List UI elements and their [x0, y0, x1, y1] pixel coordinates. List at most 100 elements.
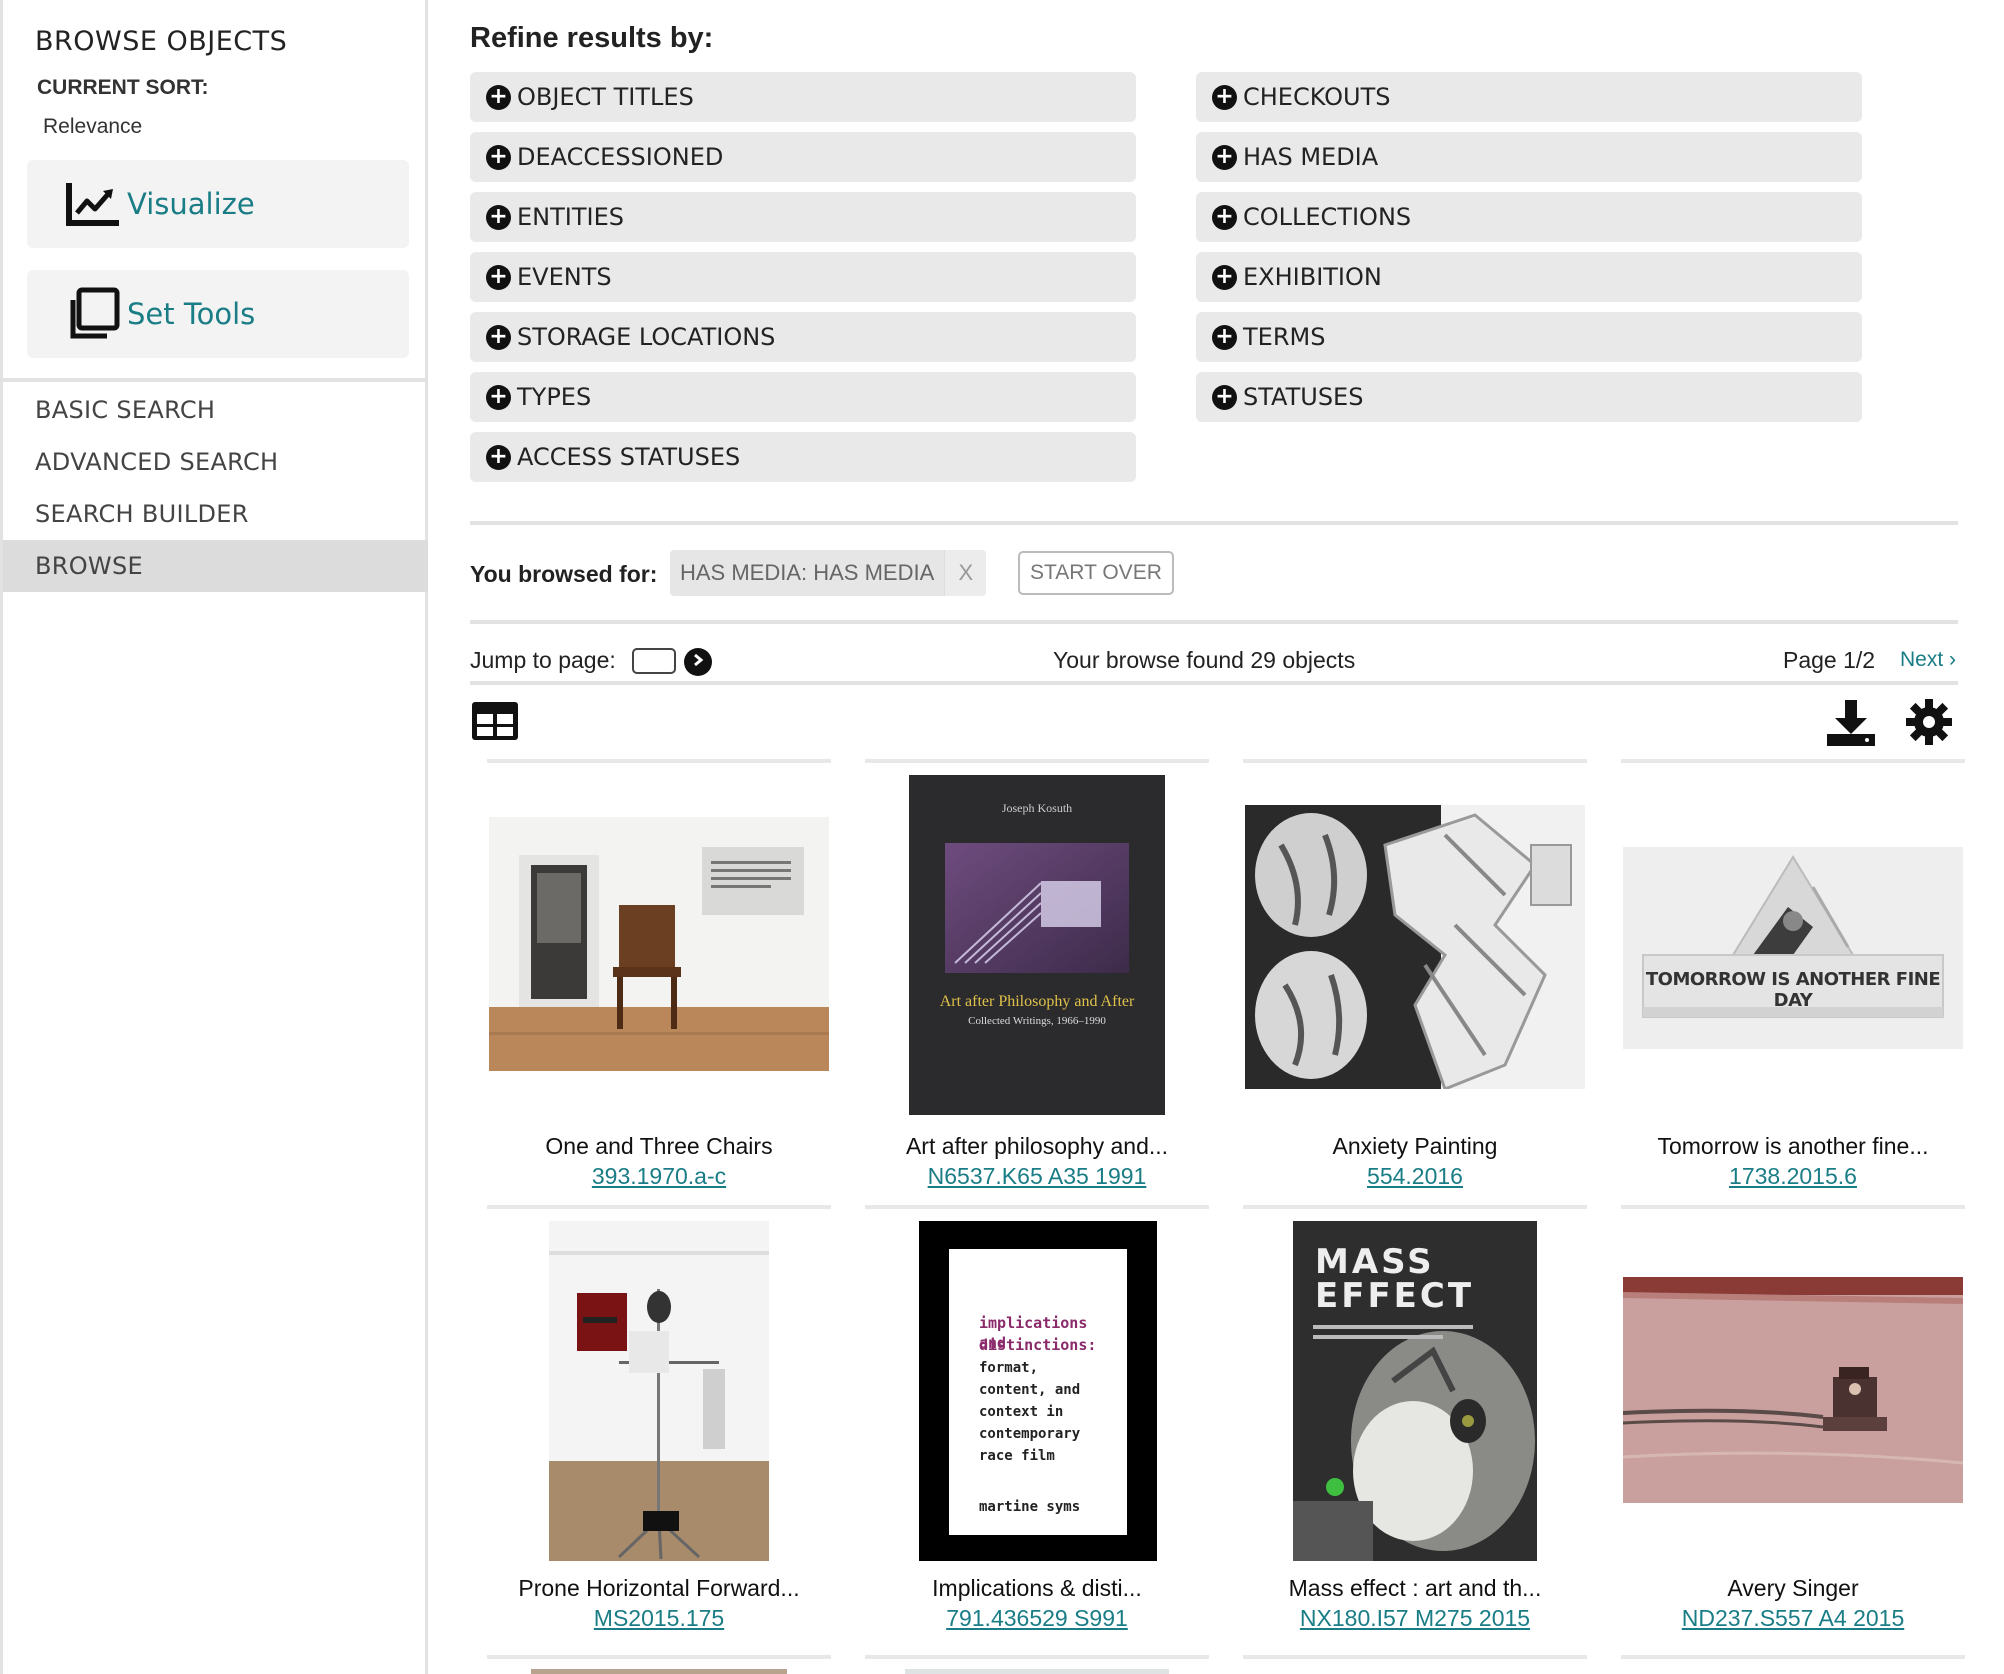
plus-circle-icon: + — [486, 384, 511, 410]
visualize-button[interactable]: Visualize — [27, 160, 409, 248]
result-id-link[interactable]: MS2015.175 — [487, 1605, 831, 1632]
jump-go-button[interactable] — [684, 648, 712, 676]
result-thumbnail[interactable] — [531, 1669, 787, 1674]
result-card: Prone Horizontal Forward... MS2015.175 — [487, 1205, 831, 1655]
set-tools-label: Set Tools — [127, 297, 256, 331]
start-over-button[interactable]: START OVER — [1018, 551, 1174, 595]
remove-filter-button[interactable]: X — [944, 550, 987, 596]
plus-circle-icon: + — [486, 264, 511, 290]
cover-author: martine syms — [979, 1499, 1081, 1515]
jump-to-page-label: Jump to page: — [470, 647, 616, 673]
facet-label: EXHIBITION — [1243, 263, 1382, 291]
facet-collections[interactable]: + COLLECTIONS — [1196, 192, 1862, 242]
result-card: One and Three Chairs 393.1970.a-c — [487, 759, 831, 1205]
sidebar-divider — [3, 378, 428, 382]
result-title: Prone Horizontal Forward... — [518, 1575, 800, 1601]
grid-view-icon[interactable] — [470, 700, 520, 747]
sidebar: BROWSE OBJECTS CURRENT SORT: Relevance V… — [0, 0, 428, 1674]
divider — [470, 681, 1958, 685]
cover-title: Art after Philosophy and After — [939, 993, 1135, 1010]
facet-label: TERMS — [1243, 323, 1326, 351]
facet-exhibition[interactable]: + EXHIBITION — [1196, 252, 1862, 302]
set-tools-button[interactable]: Set Tools — [27, 270, 409, 358]
result-thumbnail[interactable]: implications and distinctions: format, c… — [919, 1221, 1157, 1561]
current-sort-label: CURRENT SORT: — [37, 76, 209, 99]
nav-basic-search[interactable]: BASIC SEARCH — [3, 384, 428, 436]
divider — [470, 620, 1958, 624]
jump-to-page-input[interactable] — [632, 648, 676, 674]
facet-label: STORAGE LOCATIONS — [517, 323, 776, 351]
result-card: implications and distinctions: format, c… — [865, 1205, 1209, 1655]
page-indicator: Page 1/2 — [1783, 647, 1876, 673]
result-thumbnail[interactable] — [1245, 805, 1585, 1089]
gear-icon[interactable] — [1904, 697, 1954, 752]
facet-statuses[interactable]: + STATUSES — [1196, 372, 1862, 422]
nav-search-builder[interactable]: SEARCH BUILDER — [3, 488, 428, 540]
chart-line-icon — [65, 181, 121, 227]
headline-text: TOMORROW IS ANOTHER FINE DAY — [1645, 969, 1941, 1011]
plus-circle-icon: + — [486, 204, 511, 230]
result-thumbnail[interactable]: MASS EFFECT — [1293, 1221, 1537, 1561]
result-thumbnail[interactable] — [1623, 1277, 1963, 1503]
result-thumbnail[interactable]: Joseph Kosuth Art after Philosophy and A… — [909, 775, 1165, 1115]
plus-circle-icon: + — [486, 84, 511, 110]
result-thumbnail[interactable] — [905, 1669, 1169, 1674]
result-title: Implications & disti... — [932, 1575, 1142, 1601]
result-thumbnail[interactable]: TOMORROW IS ANOTHER FINE DAY — [1623, 847, 1963, 1049]
facet-label: DEACCESSIONED — [517, 143, 724, 171]
result-thumbnail[interactable] — [489, 817, 829, 1071]
browsed-for-label: You browsed for: — [470, 561, 658, 587]
facet-label: ENTITIES — [517, 203, 624, 231]
facet-types[interactable]: + TYPES — [470, 372, 1136, 422]
result-card — [865, 1655, 1209, 1674]
result-id-link[interactable]: ND237.S557 A4 2015 — [1621, 1605, 1965, 1632]
facet-entities[interactable]: + ENTITIES — [470, 192, 1136, 242]
result-id-link[interactable]: 554.2016 — [1243, 1163, 1587, 1190]
active-filter-text: HAS MEDIA: HAS MEDIA — [680, 560, 935, 585]
facet-label: HAS MEDIA — [1243, 143, 1379, 171]
nav-advanced-search[interactable]: ADVANCED SEARCH — [3, 436, 428, 488]
plus-circle-icon: + — [1212, 204, 1237, 230]
result-id-link[interactable]: 393.1970.a-c — [487, 1163, 831, 1190]
plus-circle-icon: + — [1212, 84, 1237, 110]
facet-object-titles[interactable]: + OBJECT TITLES — [470, 72, 1136, 122]
current-sort-value: Relevance — [43, 115, 143, 138]
facet-access-statuses[interactable]: + ACCESS STATUSES — [470, 432, 1136, 482]
result-card: Joseph Kosuth Art after Philosophy and A… — [865, 759, 1209, 1205]
cover-title-2: distinctions: — [979, 1336, 1097, 1354]
facet-deaccessioned[interactable]: + DEACCESSIONED — [470, 132, 1136, 182]
result-title: Tomorrow is another fine... — [1657, 1133, 1929, 1159]
result-card — [487, 1655, 831, 1674]
result-card: Avery Singer ND237.S557 A4 2015 — [1621, 1205, 1965, 1655]
download-icon[interactable] — [1825, 698, 1877, 753]
facet-terms[interactable]: + TERMS — [1196, 312, 1862, 362]
result-card: TOMORROW IS ANOTHER FINE DAY Tomorrow is… — [1621, 759, 1965, 1205]
result-id-link[interactable]: 791.436529 S991 — [865, 1605, 1209, 1632]
facet-label: ACCESS STATUSES — [517, 443, 741, 471]
result-count: Your browse found 29 objects — [1053, 647, 1356, 673]
active-filter-chip: HAS MEDIA: HAS MEDIA X — [670, 550, 987, 596]
cover-body: format, content, and context in contempo… — [979, 1360, 1081, 1464]
result-title: Anxiety Painting — [1332, 1133, 1498, 1159]
divider — [470, 521, 1958, 525]
cover-title: MASS EFFECT — [1315, 1242, 1475, 1316]
facet-checkouts[interactable]: + CHECKOUTS — [1196, 72, 1862, 122]
refine-title: Refine results by: — [470, 22, 714, 54]
next-page-link[interactable]: Next › — [1900, 648, 1956, 672]
facet-events[interactable]: + EVENTS — [470, 252, 1136, 302]
nav-browse[interactable]: BROWSE — [3, 540, 428, 592]
facet-label: TYPES — [517, 383, 592, 411]
result-title: Avery Singer — [1727, 1575, 1859, 1601]
facet-label: COLLECTIONS — [1243, 203, 1412, 231]
plus-circle-icon: + — [486, 324, 511, 350]
result-card — [1621, 1655, 1965, 1674]
facet-storage-locations[interactable]: + STORAGE LOCATIONS — [470, 312, 1136, 362]
result-id-link[interactable]: 1738.2015.6 — [1621, 1163, 1965, 1190]
facet-label: EVENTS — [517, 263, 612, 291]
result-id-link[interactable]: N6537.K65 A35 1991 — [865, 1163, 1209, 1190]
facet-has-media[interactable]: + HAS MEDIA — [1196, 132, 1862, 182]
plus-circle-icon: + — [1212, 144, 1237, 170]
result-id-link[interactable]: NX180.I57 M275 2015 — [1243, 1605, 1587, 1632]
result-title: Mass effect : art and th... — [1288, 1575, 1542, 1601]
result-thumbnail[interactable] — [549, 1221, 769, 1561]
